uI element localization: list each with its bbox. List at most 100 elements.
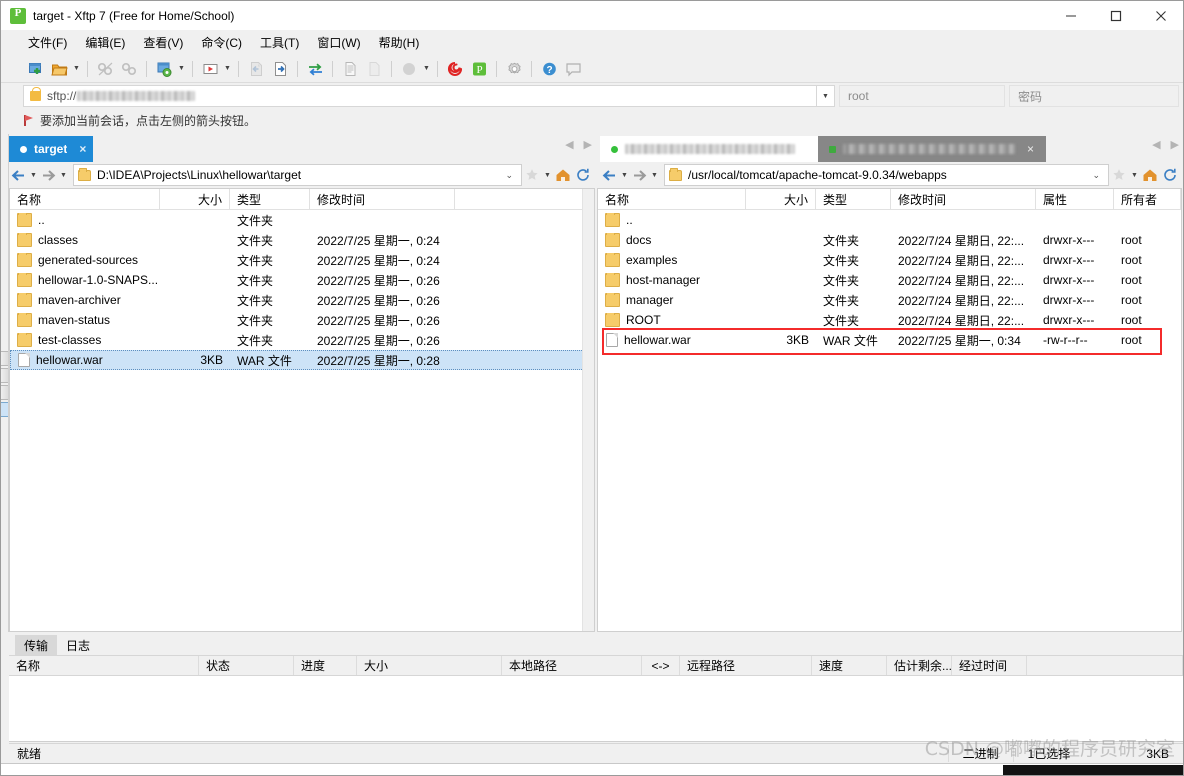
edge-tab-4[interactable]	[1, 402, 8, 417]
refresh-icon[interactable]	[1160, 164, 1180, 186]
home-icon[interactable]	[553, 164, 573, 186]
bookmark-star-icon[interactable]	[522, 164, 542, 186]
local-path-field[interactable]: D:\IDEA\Projects\Linux\hellowar\target ⌄	[73, 164, 522, 186]
col-header-type[interactable]: 类型	[816, 189, 891, 209]
tab-transfer[interactable]: 传输	[15, 635, 58, 655]
remote-file-list[interactable]: 名称 大小 类型 修改时间 属性 所有者 .. docs 文件夹 2022/7/…	[597, 188, 1182, 632]
home-icon[interactable]	[1140, 164, 1160, 186]
tab-close-icon[interactable]: ×	[1027, 143, 1034, 155]
col-header-attributes[interactable]: 属性	[1036, 189, 1114, 209]
back-icon[interactable]	[9, 164, 28, 186]
tab-log[interactable]: 日志	[57, 635, 99, 655]
maximize-button[interactable]	[1093, 1, 1138, 31]
bookmark-dropdown-icon[interactable]: ▼	[1129, 164, 1140, 186]
host-dropdown-icon[interactable]: ▼	[817, 85, 835, 107]
session-settings-dropdown-icon[interactable]: ▼	[176, 58, 187, 80]
open-folder-dropdown-icon[interactable]: ▼	[71, 58, 82, 80]
table-row[interactable]: examples 文件夹 2022/7/24 星期日, 22:... drwxr…	[598, 250, 1181, 270]
forward-dropdown-icon[interactable]: ▼	[58, 164, 69, 186]
table-row[interactable]: maven-archiver 文件夹 2022/7/25 星期一, 0:26	[10, 290, 594, 310]
remote-path-dropdown-icon[interactable]: ⌄	[1088, 170, 1104, 181]
tab-close-icon[interactable]: ×	[79, 143, 86, 155]
col-header-elapsed[interactable]: 经过时间	[952, 656, 1027, 675]
col-header-name[interactable]: 名称	[9, 656, 199, 675]
table-row[interactable]: ROOT 文件夹 2022/7/24 星期日, 22:... drwxr-x--…	[598, 310, 1181, 330]
edge-tab-1[interactable]	[1, 351, 8, 366]
col-header-direction[interactable]: <->	[642, 656, 680, 675]
table-row[interactable]: classes 文件夹 2022/7/25 星期一, 0:24	[10, 230, 594, 250]
close-button[interactable]	[1138, 1, 1183, 31]
username-field[interactable]: root	[839, 85, 1005, 107]
menu-view[interactable]: 查看(V)	[134, 31, 192, 54]
help-icon[interactable]: ?	[538, 58, 560, 80]
menu-file[interactable]: 文件(F)	[19, 31, 76, 54]
record-dropdown-icon[interactable]: ▼	[421, 58, 432, 80]
run-terminal-dropdown-icon[interactable]: ▼	[222, 58, 233, 80]
menu-edit[interactable]: 编辑(E)	[76, 31, 134, 54]
table-row[interactable]: test-classes 文件夹 2022/7/25 星期一, 0:26	[10, 330, 594, 350]
table-row[interactable]: docs 文件夹 2022/7/24 星期日, 22:... drwxr-x--…	[598, 230, 1181, 250]
run-terminal-icon[interactable]	[199, 58, 221, 80]
local-file-list[interactable]: 名称 大小 类型 修改时间 .. 文件夹 classes 文件夹 2022/7/…	[9, 188, 595, 632]
bookmark-dropdown-icon[interactable]: ▼	[542, 164, 553, 186]
tab-scroll-right-icon[interactable]: ▶	[1171, 138, 1179, 151]
col-header-name[interactable]: 名称	[598, 189, 746, 209]
sync-browsing-icon[interactable]	[304, 58, 326, 80]
col-header-owner[interactable]: 所有者	[1114, 189, 1181, 209]
remote-tab-1[interactable]	[600, 136, 818, 162]
minimize-button[interactable]	[1048, 1, 1093, 31]
menu-command[interactable]: 命令(C)	[192, 31, 251, 54]
xshell-icon[interactable]	[444, 58, 466, 80]
feedback-icon[interactable]	[562, 58, 584, 80]
forward-icon[interactable]	[39, 164, 58, 186]
forward-icon[interactable]	[630, 164, 649, 186]
remote-tab-2[interactable]: ×	[818, 136, 1046, 162]
transfer-list-body[interactable]	[9, 676, 1183, 742]
tab-target[interactable]: target ×	[9, 136, 94, 162]
table-row[interactable]: ..	[598, 210, 1181, 230]
bookmark-star-icon[interactable]	[1109, 164, 1129, 186]
host-address-field[interactable]: sftp://	[23, 85, 817, 107]
col-header-modified[interactable]: 修改时间	[891, 189, 1036, 209]
col-header-size[interactable]: 大小	[746, 189, 816, 209]
back-dropdown-icon[interactable]: ▼	[28, 164, 39, 186]
col-header-eta[interactable]: 估计剩余...	[887, 656, 952, 675]
col-header-size[interactable]: 大小	[160, 189, 230, 209]
col-header-type[interactable]: 类型	[230, 189, 310, 209]
remote-path-field[interactable]: /usr/local/tomcat/apache-tomcat-9.0.34/w…	[664, 164, 1109, 186]
col-header-name[interactable]: 名称	[10, 189, 160, 209]
menu-help[interactable]: 帮助(H)	[370, 31, 429, 54]
col-header-speed[interactable]: 速度	[812, 656, 887, 675]
col-header-size[interactable]: 大小	[357, 656, 502, 675]
menu-window[interactable]: 窗口(W)	[308, 31, 369, 54]
table-row[interactable]: generated-sources 文件夹 2022/7/25 星期一, 0:2…	[10, 250, 594, 270]
col-header-local-path[interactable]: 本地路径	[502, 656, 642, 675]
col-header-modified[interactable]: 修改时间	[310, 189, 455, 209]
local-vertical-scrollbar[interactable]	[582, 189, 594, 631]
table-row[interactable]: hellowar.war 3KB WAR 文件 2022/7/25 星期一, 0…	[10, 350, 594, 370]
table-row[interactable]: .. 文件夹	[10, 210, 594, 230]
back-icon[interactable]	[600, 164, 619, 186]
password-field[interactable]: 密码	[1009, 85, 1179, 107]
col-header-progress[interactable]: 进度	[294, 656, 357, 675]
tab-scroll-left-icon[interactable]: ◀	[1152, 138, 1160, 151]
col-header-status[interactable]: 状态	[199, 656, 294, 675]
transfer-right-icon[interactable]	[269, 58, 291, 80]
gear-icon[interactable]	[503, 58, 525, 80]
tab-scroll-left-icon[interactable]: ◀	[565, 138, 573, 151]
table-row[interactable]: hellowar-1.0-SNAPS... 文件夹 2022/7/25 星期一,…	[10, 270, 594, 290]
col-header-remote-path[interactable]: 远程路径	[680, 656, 812, 675]
refresh-icon[interactable]	[573, 164, 593, 186]
xftp-launch-icon[interactable]: P	[468, 58, 490, 80]
menu-tools[interactable]: 工具(T)	[251, 31, 308, 54]
new-session-icon[interactable]	[24, 58, 46, 80]
tab-scroll-right-icon[interactable]: ▶	[584, 138, 592, 151]
back-dropdown-icon[interactable]: ▼	[619, 164, 630, 186]
table-row[interactable]: host-manager 文件夹 2022/7/24 星期日, 22:... d…	[598, 270, 1181, 290]
table-row[interactable]: maven-status 文件夹 2022/7/25 星期一, 0:26	[10, 310, 594, 330]
open-folder-icon[interactable]	[48, 58, 70, 80]
local-path-dropdown-icon[interactable]: ⌄	[501, 170, 517, 181]
table-row[interactable]: manager 文件夹 2022/7/24 星期日, 22:... drwxr-…	[598, 290, 1181, 310]
edge-tab-2[interactable]	[1, 368, 8, 383]
table-row[interactable]: hellowar.war 3KB WAR 文件 2022/7/25 星期一, 0…	[598, 330, 1181, 350]
